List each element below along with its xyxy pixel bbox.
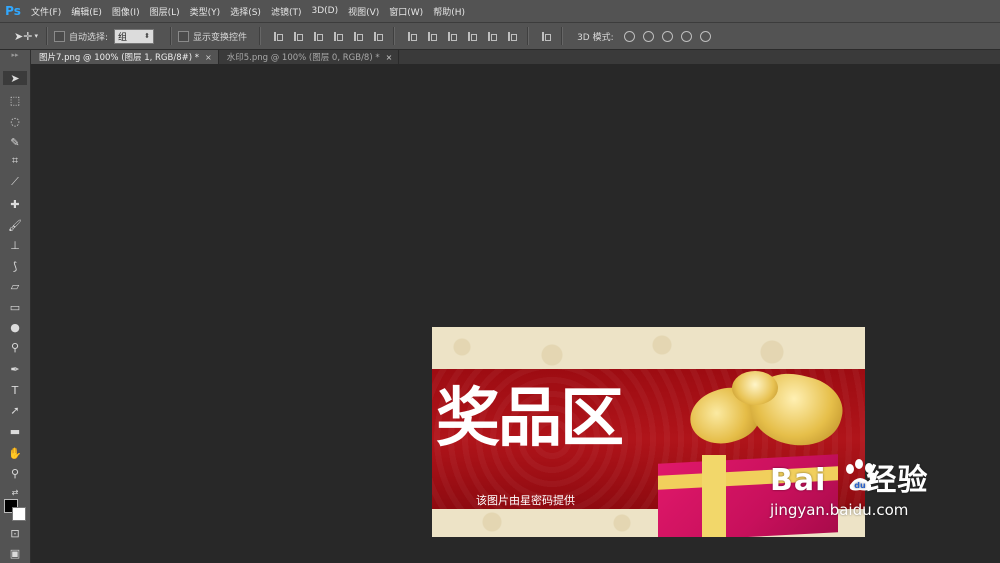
background-color-swatch[interactable]	[12, 507, 26, 521]
lasso-tool-icon[interactable]: ◌	[7, 114, 23, 128]
menu-window[interactable]: 窗口(W)	[384, 5, 428, 18]
align-hcenter-icon[interactable]	[352, 31, 364, 42]
photoshop-logo: Ps	[5, 4, 21, 18]
3d-scale-icon[interactable]	[699, 30, 711, 42]
3d-mode-label: 3D 模式:	[577, 32, 614, 43]
menu-bar: Ps 文件(F) 编辑(E) 图像(I) 图层(L) 类型(Y) 选择(S) 滤…	[0, 0, 1000, 23]
eraser-tool-icon[interactable]: ▱	[7, 279, 23, 293]
align-vcenter-icon[interactable]	[292, 31, 304, 42]
options-bar: ➤✛ ▾ 自动选择: 组 ⬍ 显示变换控件 3D 模式:	[0, 23, 1000, 50]
3d-rotate-icon[interactable]	[623, 30, 635, 42]
menu-filter[interactable]: 滤镜(T)	[266, 5, 307, 18]
menu-select[interactable]: 选择(S)	[225, 5, 266, 18]
chevron-down-icon: ▾	[34, 32, 38, 40]
auto-select-value: 组	[118, 32, 128, 43]
distribute-left-icon[interactable]	[466, 31, 478, 42]
healing-brush-tool-icon[interactable]: ✚	[7, 197, 23, 211]
baidu-paw-icon: du	[846, 459, 877, 491]
gift-bow	[732, 371, 778, 405]
tab-image7[interactable]: 图片7.png @ 100% (图层 1, RGB/8#) * ×	[31, 50, 219, 64]
dodge-tool-icon[interactable]: ⚲	[7, 340, 23, 354]
gift-ribbon	[702, 455, 726, 537]
menu-file[interactable]: 文件(F)	[26, 5, 66, 18]
divider	[527, 27, 530, 45]
divider	[561, 27, 564, 45]
dropdown-arrow-icon: ⬍	[144, 32, 151, 40]
rectangle-tool-icon[interactable]: ▬	[7, 424, 23, 438]
align-right-icon[interactable]	[372, 31, 384, 42]
panel-collapse-icon[interactable]: ▸▸	[0, 50, 30, 60]
document-tab-bar: 图片7.png @ 100% (图层 1, RGB/8#) * × 水印5.pn…	[31, 50, 1000, 64]
banner-subtitle: 该图片由星密码提供	[476, 494, 575, 507]
3d-slide-icon[interactable]	[680, 30, 692, 42]
show-transform-label: 显示变换控件	[193, 32, 248, 43]
watermark-url: jingyan.baidu.com	[770, 501, 909, 519]
screen-mode-icon[interactable]: ▣	[7, 546, 23, 560]
menu-edit[interactable]: 编辑(E)	[66, 5, 107, 18]
quick-select-tool-icon[interactable]: ✎	[7, 135, 23, 149]
eyedropper-tool-icon[interactable]: ⟋	[7, 175, 23, 189]
show-transform-checkbox[interactable]	[178, 30, 190, 42]
tab-label: 水印5.png @ 100% (图层 0, RGB/8) *	[226, 53, 380, 63]
3d-roll-icon[interactable]	[642, 30, 654, 42]
auto-select-dropdown[interactable]: 组 ⬍	[114, 28, 155, 44]
distribute-bottom-icon[interactable]	[446, 31, 458, 42]
marquee-tool-icon[interactable]: ⬚	[7, 93, 23, 107]
auto-select-checkbox[interactable]	[54, 30, 65, 42]
history-brush-tool-icon[interactable]: ⟆	[7, 259, 23, 273]
crop-tool-icon[interactable]: ⌗	[7, 154, 23, 168]
distribute-hcenter-icon[interactable]	[486, 31, 498, 42]
divider	[259, 27, 262, 45]
close-icon[interactable]: ×	[205, 53, 212, 62]
blur-tool-icon[interactable]: ●	[7, 320, 23, 334]
path-select-tool-icon[interactable]: ➚	[7, 403, 23, 417]
watermark-brand-text: Bai	[770, 463, 827, 498]
menu-type[interactable]: 类型(Y)	[185, 5, 226, 18]
swap-colors-icon[interactable]: ⇄	[7, 485, 23, 499]
menu-layer[interactable]: 图层(L)	[145, 5, 185, 18]
type-tool-icon[interactable]: T	[7, 383, 23, 397]
zoom-tool-icon[interactable]: ⚲	[7, 466, 23, 480]
distribute-right-icon[interactable]	[506, 31, 518, 42]
distribute-vcenter-icon[interactable]	[426, 31, 438, 42]
divider	[393, 27, 396, 45]
hand-tool-icon[interactable]: ✋	[7, 446, 23, 460]
align-top-icon[interactable]	[272, 31, 284, 42]
align-left-icon[interactable]	[332, 31, 344, 42]
auto-select-label: 自动选择:	[69, 32, 109, 43]
clone-stamp-tool-icon[interactable]: ⊥	[7, 238, 23, 252]
menu-view[interactable]: 视图(V)	[343, 5, 384, 18]
banner-title: 奖品区	[436, 381, 624, 456]
pen-tool-icon[interactable]: ✒	[7, 362, 23, 376]
menu-image[interactable]: 图像(I)	[107, 5, 145, 18]
3d-pan-icon[interactable]	[661, 30, 673, 42]
tab-watermark5[interactable]: 水印5.png @ 100% (图层 0, RGB/8) * ×	[219, 50, 400, 64]
move-icon: ➤✛	[14, 29, 33, 43]
gradient-tool-icon[interactable]: ▭	[7, 300, 23, 314]
divider	[170, 27, 173, 45]
menu-help[interactable]: 帮助(H)	[428, 5, 470, 18]
move-tool-icon[interactable]: ➤	[3, 71, 27, 85]
divider	[46, 27, 48, 45]
move-tool-preset[interactable]: ➤✛ ▾	[14, 30, 40, 43]
brush-tool-icon[interactable]: 🖌	[7, 218, 23, 232]
svg-text:du: du	[854, 481, 866, 490]
tab-label: 图片7.png @ 100% (图层 1, RGB/8#) *	[39, 53, 200, 63]
auto-align-icon[interactable]	[540, 31, 552, 42]
quick-mask-icon[interactable]: ⊡	[7, 526, 23, 540]
align-bottom-icon[interactable]	[312, 31, 324, 42]
tools-panel: ▸▸ ➤ ⬚ ◌ ✎ ⌗ ⟋ ✚ 🖌 ⊥ ⟆ ▱ ▭ ● ⚲ ✒ T ➚ ▬ ✋…	[0, 50, 31, 563]
close-icon[interactable]: ×	[386, 53, 393, 62]
distribute-top-icon[interactable]	[406, 31, 418, 42]
baidu-watermark: Bai 经验 du jingyan.baidu.com	[770, 455, 928, 519]
menu-3d[interactable]: 3D(D)	[306, 6, 343, 16]
